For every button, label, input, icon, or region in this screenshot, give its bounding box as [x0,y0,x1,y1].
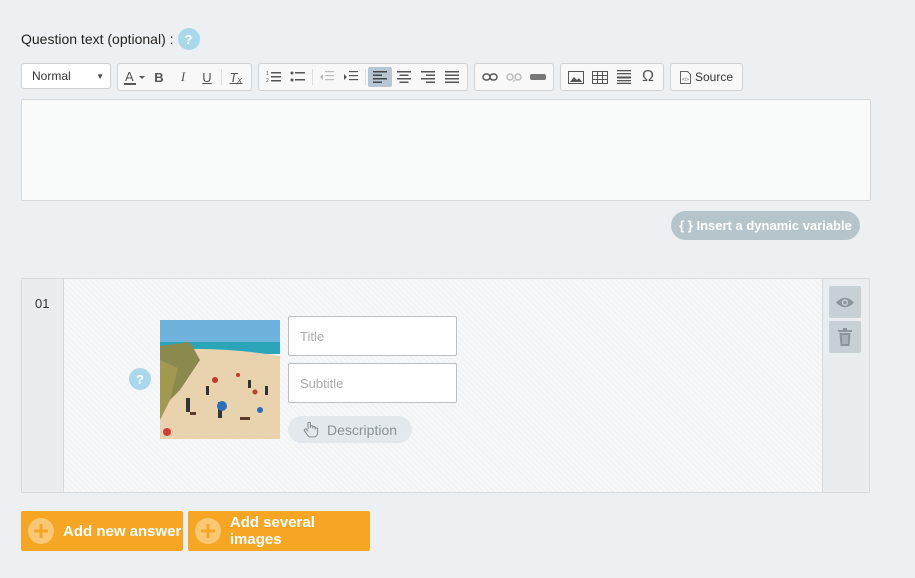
align-left-icon[interactable] [368,67,392,87]
font-color-icon[interactable]: A [121,67,147,87]
preview-button[interactable] [829,286,861,318]
answer-card: 01 ? Description [21,278,870,493]
answer-number: 01 [35,296,50,311]
underline-icon[interactable]: U [195,67,219,87]
toolbar-group-links [474,63,554,91]
answer-actions-column [822,279,869,492]
indent-icon[interactable] [339,67,363,87]
add-new-answer-label: Add new answer [63,522,182,540]
image-icon[interactable] [564,67,588,87]
horizontal-rule-icon[interactable] [612,67,636,87]
italic-icon[interactable]: I [171,67,195,87]
answer-title-input[interactable] [288,316,457,356]
add-several-images-label: Add several images [229,514,315,548]
question-label-text: Question text (optional) : [21,31,174,47]
add-several-images-button[interactable]: Add several images [188,511,370,551]
outdent-icon[interactable] [315,67,339,87]
toolbar-group-source: </> Source [670,63,744,91]
special-char-icon[interactable]: Ω [636,67,660,87]
description-button-label: Description [326,421,398,438]
align-center-icon[interactable] [392,67,416,87]
svg-text:A: A [125,69,134,84]
delete-button[interactable] [829,321,861,353]
add-new-answer-button[interactable]: Add new answer [21,511,183,551]
anchor-icon[interactable] [526,67,550,87]
svg-text:2: 2 [266,78,269,84]
numbered-list-icon[interactable]: 12 [262,67,286,87]
answer-subtitle-input[interactable] [288,363,457,403]
hand-pointer-icon [303,421,319,438]
source-button[interactable]: </> Source [674,70,739,84]
help-icon[interactable]: ? [129,368,151,390]
plus-icon [28,518,54,544]
toolbar-divider [365,69,366,85]
svg-text:1: 1 [266,71,269,77]
answer-number-column: 01 [22,279,64,492]
format-dropdown-value: Normal [32,69,71,83]
answer-image-thumbnail[interactable] [160,320,280,439]
chevron-down-icon: ▼ [96,71,104,81]
editor-toolbar: Normal ▼ A B I U Tₓ 12 Ω </> Source [21,63,744,91]
toolbar-divider [312,69,313,85]
toolbar-divider [221,69,222,85]
trash-icon [838,328,852,346]
svg-text:</>: </> [682,77,689,83]
source-icon: </> [680,70,691,84]
insert-dynamic-variable-button[interactable]: { } Insert a dynamic variable [671,211,860,240]
eye-icon [836,297,854,307]
remove-format-icon[interactable]: Tₓ [224,67,248,87]
format-dropdown[interactable]: Normal ▼ [21,63,111,89]
bulleted-list-icon[interactable] [286,67,310,87]
toolbar-group-basic: A B I U Tₓ [117,63,252,91]
justify-icon[interactable] [440,67,464,87]
description-button[interactable]: Description [288,416,412,443]
question-text-editor[interactable] [21,99,871,201]
link-icon[interactable] [478,67,502,87]
help-icon[interactable]: ? [177,28,200,50]
source-button-label: Source [695,70,734,84]
toolbar-group-paragraph: 12 [258,63,468,91]
answer-body: ? Description [64,279,822,492]
table-icon[interactable] [588,67,612,87]
toolbar-group-insert: Ω [560,63,664,91]
plus-icon [195,518,221,544]
unlink-icon[interactable] [502,67,526,87]
question-text-label: Question text (optional) : ? [21,28,200,50]
bold-icon[interactable]: B [147,67,171,87]
align-right-icon[interactable] [416,67,440,87]
